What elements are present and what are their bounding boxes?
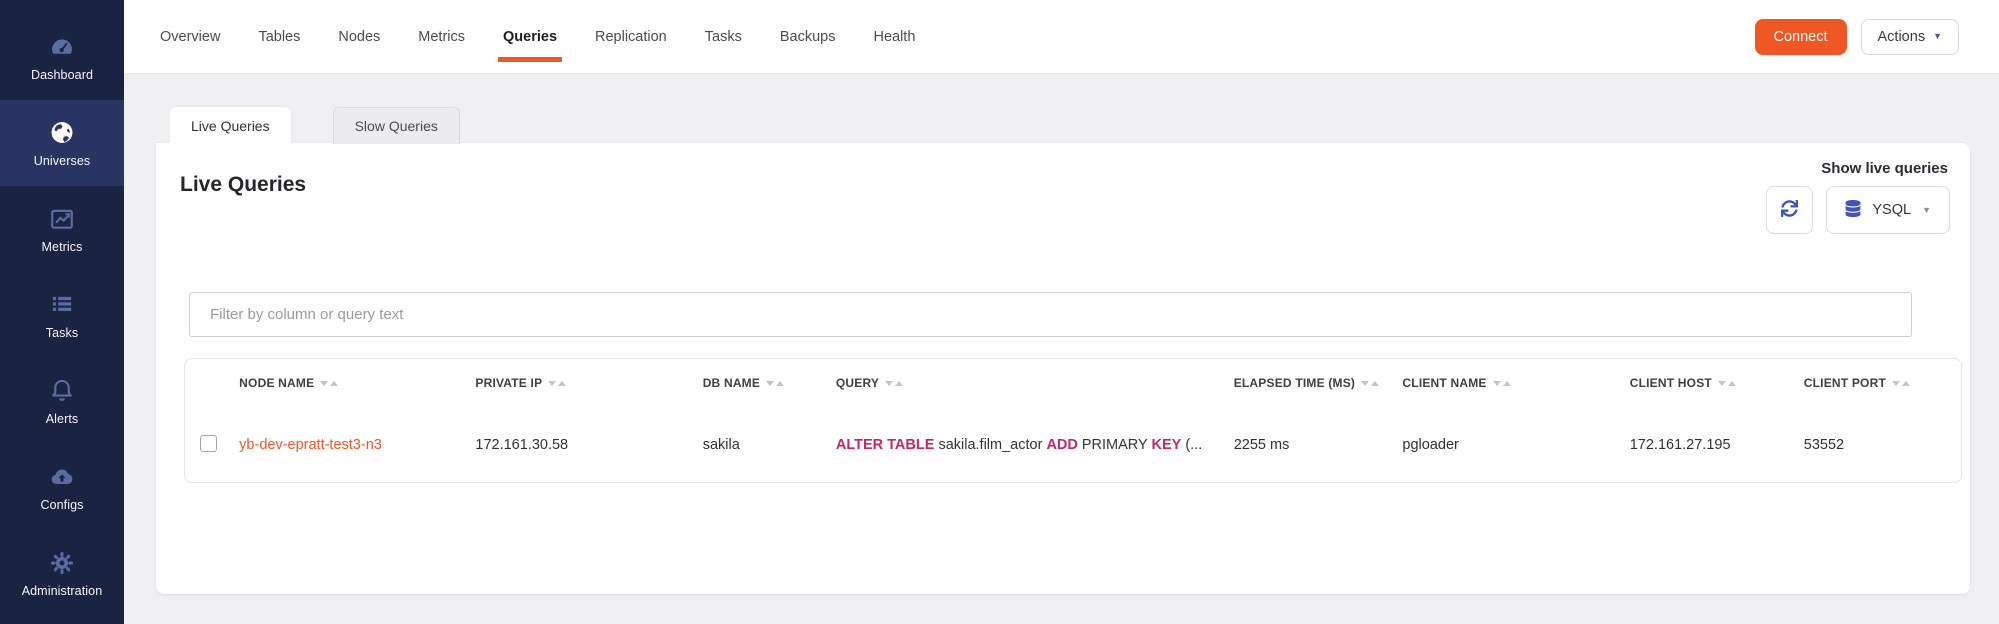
sidebar-item-administration[interactable]: Administration: [0, 530, 124, 616]
tab-live-queries[interactable]: Live Queries: [170, 107, 291, 144]
sort-icon: [1892, 381, 1910, 386]
sidebar: Dashboard Universes Metrics Tasks Alerts…: [0, 0, 124, 624]
sort-icon: [766, 381, 784, 386]
client-name-cell: pgloader: [1394, 407, 1621, 483]
sidebar-item-metrics[interactable]: Metrics: [0, 186, 124, 272]
gear-icon: [47, 549, 77, 577]
api-type-value: YSQL: [1872, 202, 1911, 218]
client-port-cell: 53552: [1796, 407, 1961, 483]
column-header-private-ip[interactable]: PRIVATE IP: [467, 359, 694, 407]
sort-icon: [885, 381, 903, 386]
column-header-node-name[interactable]: NODE NAME: [231, 359, 467, 407]
api-type-dropdown[interactable]: YSQL ▼: [1826, 186, 1950, 234]
nav-link-backups[interactable]: Backups: [761, 0, 855, 73]
sql-text: (...: [1181, 437, 1202, 453]
column-header-client-port[interactable]: CLIENT PORT: [1796, 359, 1961, 407]
refresh-button[interactable]: [1766, 186, 1813, 234]
sort-icon: [1493, 381, 1511, 386]
sidebar-item-universes[interactable]: Universes: [0, 100, 124, 186]
sidebar-item-label: Tasks: [46, 326, 78, 340]
page-title: Live Queries: [180, 173, 306, 197]
live-queries-table: NODE NAME PRIVATE IP DB NAME QUERY ELAPS…: [184, 358, 1962, 483]
column-header-query[interactable]: QUERY: [828, 359, 1226, 407]
nav-link-tables[interactable]: Tables: [239, 0, 319, 73]
tab-slow-queries[interactable]: Slow Queries: [333, 107, 460, 144]
column-header-client-host[interactable]: CLIENT HOST: [1622, 359, 1796, 407]
show-live-queries-label: Show live queries: [1766, 160, 1948, 177]
table-row[interactable]: yb-dev-epratt-test3-n3 172.161.30.58 sak…: [185, 407, 1961, 483]
live-queries-panel: Live Queries Show live queries YSQL ▼: [156, 143, 1970, 594]
sql-keyword: KEY: [1151, 437, 1181, 453]
chart-line-icon: [47, 205, 77, 233]
column-header-db-name[interactable]: DB NAME: [695, 359, 828, 407]
elapsed-time-cell: 2255 ms: [1226, 407, 1395, 483]
database-icon: [1845, 200, 1861, 221]
sidebar-item-tasks[interactable]: Tasks: [0, 272, 124, 358]
sql-text: PRIMARY: [1078, 437, 1152, 453]
private-ip-cell: 172.161.30.58: [467, 407, 694, 483]
sidebar-item-label: Configs: [40, 498, 83, 512]
header-checkbox-cell: [185, 359, 231, 407]
actions-label: Actions: [1878, 29, 1926, 45]
top-actions: Connect Actions ▼: [1755, 19, 1960, 55]
sql-keyword: ALTER TABLE: [836, 437, 935, 453]
sidebar-item-label: Dashboard: [31, 68, 93, 82]
client-host-cell: 172.161.27.195: [1622, 407, 1796, 483]
connect-button[interactable]: Connect: [1755, 19, 1847, 55]
row-checkbox[interactable]: [200, 435, 217, 452]
nav-link-tasks[interactable]: Tasks: [686, 0, 761, 73]
column-header-client-name[interactable]: CLIENT NAME: [1394, 359, 1621, 407]
chevron-down-icon: ▼: [1922, 206, 1931, 215]
sort-icon: [320, 381, 338, 386]
sidebar-item-label: Metrics: [42, 240, 83, 254]
nav-link-queries[interactable]: Queries: [484, 0, 576, 73]
actions-dropdown-button[interactable]: Actions ▼: [1861, 19, 1959, 55]
sidebar-item-alerts[interactable]: Alerts: [0, 358, 124, 444]
chevron-down-icon: ▼: [1933, 32, 1942, 41]
sidebar-item-configs[interactable]: Configs: [0, 444, 124, 530]
sort-icon: [1361, 381, 1379, 386]
universe-nav-links: Overview Tables Nodes Metrics Queries Re…: [141, 0, 934, 73]
query-cell[interactable]: ALTER TABLE sakila.film_actor ADD PRIMAR…: [828, 407, 1226, 483]
refresh-icon: [1781, 200, 1798, 220]
nav-link-health[interactable]: Health: [854, 0, 934, 73]
sort-icon: [1718, 381, 1736, 386]
cloud-upload-icon: [47, 463, 77, 491]
nav-link-metrics[interactable]: Metrics: [399, 0, 484, 73]
main-content: Live Queries Slow Queries Live Queries S…: [124, 74, 1999, 624]
sidebar-item-label: Administration: [22, 584, 103, 598]
list-icon: [47, 291, 77, 319]
sort-icon: [548, 381, 566, 386]
top-navbar: Overview Tables Nodes Metrics Queries Re…: [124, 0, 1999, 74]
node-name-link[interactable]: yb-dev-epratt-test3-n3: [239, 437, 382, 453]
db-name-cell: sakila: [695, 407, 828, 483]
globe-icon: [47, 119, 77, 147]
nav-link-overview[interactable]: Overview: [141, 0, 239, 73]
active-tab-underline: [498, 57, 562, 62]
sidebar-item-dashboard[interactable]: Dashboard: [0, 14, 124, 100]
dashboard-gauge-icon: [47, 33, 77, 61]
sidebar-item-label: Universes: [34, 154, 90, 168]
bell-icon: [47, 377, 77, 405]
sql-text: sakila.film_actor: [934, 437, 1046, 453]
nav-link-nodes[interactable]: Nodes: [319, 0, 399, 73]
query-filter-input[interactable]: [189, 292, 1912, 337]
sidebar-item-label: Alerts: [46, 412, 79, 426]
column-header-elapsed-time[interactable]: ELAPSED TIME (MS): [1226, 359, 1395, 407]
sql-keyword: ADD: [1046, 437, 1077, 453]
table-header-row: NODE NAME PRIVATE IP DB NAME QUERY ELAPS…: [185, 359, 1961, 407]
query-toolbar: Show live queries YSQL ▼: [1766, 160, 1950, 234]
query-tabs: Live Queries Slow Queries: [170, 107, 460, 144]
nav-link-replication[interactable]: Replication: [576, 0, 686, 73]
